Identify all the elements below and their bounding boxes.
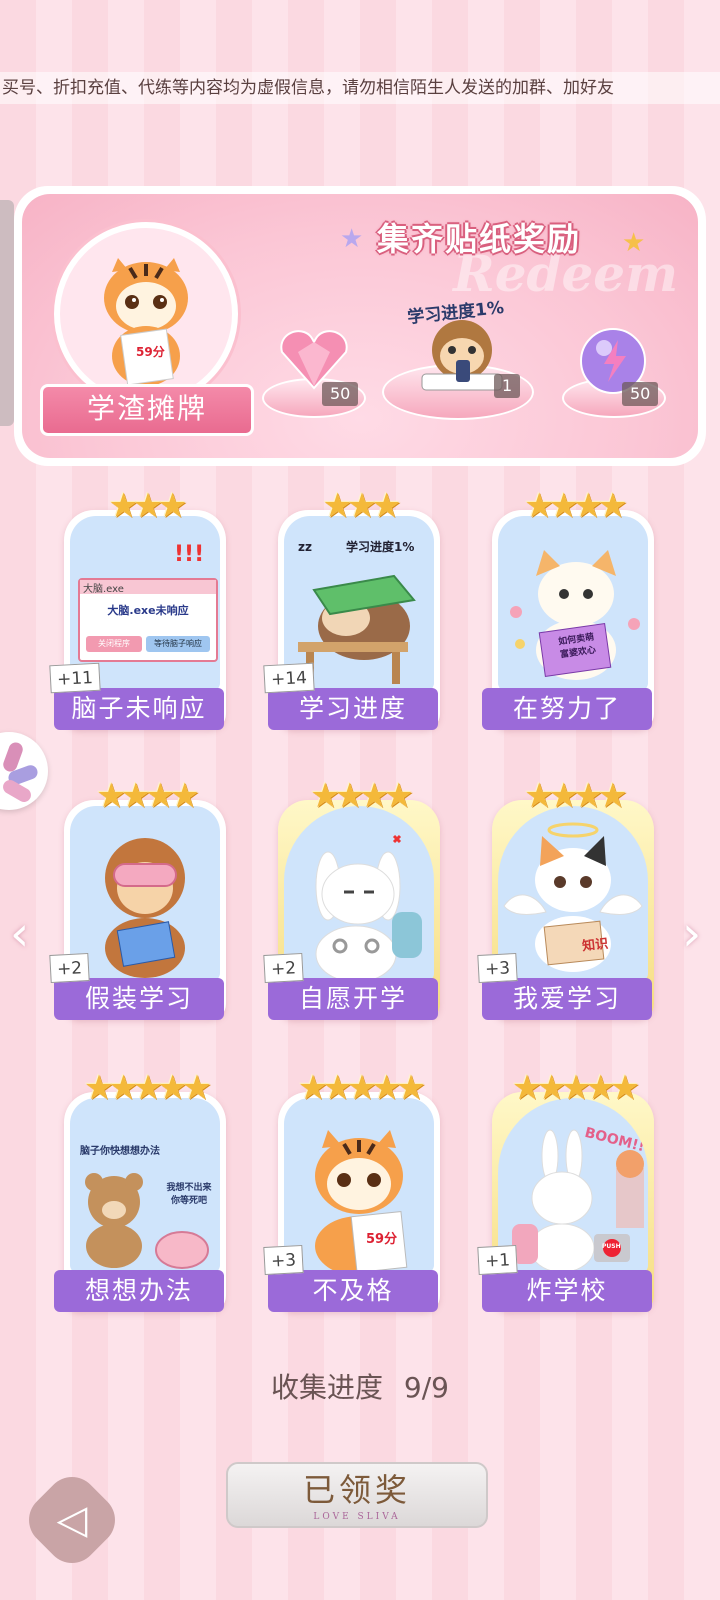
- sticker-name: 自愿开学: [268, 978, 438, 1020]
- reward-title: 集齐贴纸奖励: [377, 220, 582, 258]
- monkey-with-mask-art: [70, 806, 220, 981]
- sticker-card[interactable]: ★★★★★ 脑子你快想想办法 我想不出来 你等死吧 想想办法: [54, 1068, 232, 1312]
- tiger-failed-test-art: 59分: [284, 1098, 434, 1273]
- rarity-stars: ★★★★★: [511, 1068, 640, 1108]
- dialog-title: 大脑.exe: [80, 580, 216, 595]
- push-label: PUSH: [602, 1243, 621, 1250]
- rarity-stars: ★★★★★: [297, 1068, 426, 1108]
- bunny-boom-art: BOOM!! PUSH: [498, 1098, 648, 1273]
- rarity-stars: ★★★★: [310, 776, 414, 816]
- angel-cat-art: 知识: [498, 806, 648, 981]
- book-title: 知识: [581, 936, 609, 955]
- rarity-stars: ★★★★: [524, 486, 628, 526]
- rarity-stars: ★★★★: [524, 776, 628, 816]
- floating-menu-button[interactable]: [0, 732, 48, 810]
- exclaim-marks: !!!: [174, 542, 205, 567]
- sticker-name: 脑子未响应: [54, 688, 224, 730]
- sticker-name: 不及格: [268, 1270, 438, 1312]
- sticker-card[interactable]: ★★★ 学习进度1% zz +14 学习进度: [263, 486, 446, 730]
- sticker-count-badge: +14: [263, 662, 315, 694]
- collection-progress: 收集进度 9/9: [0, 1366, 720, 1406]
- sticker-card[interactable]: ★★★★ +2 假装学习: [49, 776, 232, 1020]
- sticker-count-badge: +2: [263, 952, 304, 984]
- study-progress-caption: 学习进度1%: [346, 540, 415, 554]
- rarity-stars: ★★★: [108, 486, 187, 526]
- sticker-count-badge: +2: [49, 952, 90, 984]
- sticker-card[interactable]: ★★★★★ 59分 +3 不及格: [263, 1068, 446, 1312]
- claimed-sub-label: LOVE SLIVA: [313, 1512, 401, 1522]
- claimed-label: 已领奖: [302, 1471, 411, 1509]
- side-drawer-handle[interactable]: [0, 200, 14, 426]
- collection-reward-panel: Redeem ★ ★ 集齐贴纸奖励 59分 学渣摊牌 50 学习进度1% 1 5…: [14, 186, 706, 466]
- progress-value: 9/9: [403, 1371, 449, 1404]
- reward-qty: 1: [494, 374, 521, 398]
- rarity-stars: ★★★: [322, 486, 401, 526]
- bear-and-brain-art: 脑子你快想想办法 我想不出来 你等死吧: [70, 1098, 220, 1273]
- sticker-card[interactable]: ★★★★ 知识 +3 我爱学习: [477, 776, 660, 1020]
- sticker-name: 我爱学习: [482, 978, 652, 1020]
- back-arrow-icon: ◁: [56, 1497, 88, 1543]
- sticker-name: 学习进度: [268, 688, 438, 730]
- tiger-avatar: 59分: [54, 222, 238, 406]
- scam-warning-marquee: 买号、折扣充值、代练等内容均为虚假信息，请勿相信陌生人发送的加群、加好友: [0, 72, 720, 104]
- test-score: 59分: [366, 1232, 398, 1247]
- claimed-button[interactable]: 已领奖 LOVE SLIVA: [226, 1462, 488, 1528]
- puppy-reading-art: 如何卖萌 富婆欢心: [498, 516, 648, 691]
- reward-qty: 50: [622, 382, 659, 406]
- sticker-card[interactable]: ★★★★ 如何卖萌 富婆欢心 在努力了: [482, 486, 660, 730]
- sticker-name: 在努力了: [482, 688, 652, 730]
- sticker-name: 假装学习: [54, 978, 224, 1020]
- sticker-count-badge: +1: [477, 1244, 518, 1276]
- bunny-handcuffed-art: [284, 806, 434, 981]
- sticker-count-badge: +3: [477, 952, 518, 984]
- svg-text:59分: 59分: [136, 344, 165, 359]
- reward-qty: 50: [322, 382, 359, 406]
- rarity-stars: ★★★★★: [83, 1068, 212, 1108]
- sticker-card[interactable]: ★★★★ +2 自愿开学: [263, 776, 446, 1020]
- speech-bubble: 脑子你快想想办法: [80, 1146, 160, 1157]
- sticker-card[interactable]: ★★★ !!! 大脑.exe 大脑.exe未响应 关闭程序 等待脑子响应 +11…: [49, 486, 232, 730]
- sticker-name: 炸学校: [482, 1270, 652, 1312]
- next-page-arrow[interactable]: ›: [682, 910, 701, 958]
- star-deco-icon: ★: [340, 224, 364, 254]
- dialog-close-btn: 关闭程序: [86, 636, 142, 652]
- sticker-name: 想想办法: [54, 1270, 224, 1312]
- prev-page-arrow[interactable]: ‹: [10, 910, 29, 958]
- star-deco-icon: ★: [622, 228, 646, 258]
- progress-label: 收集进度: [271, 1371, 384, 1404]
- dialog-wait-btn: 等待脑子响应: [146, 636, 210, 652]
- sticker-card[interactable]: ★★★★★ BOOM!! PUSH +1 炸学校: [477, 1068, 660, 1312]
- avatar-title-banner: 学渣摊牌: [40, 384, 254, 436]
- sticker-count-badge: +3: [263, 1244, 304, 1276]
- dialog-text: 大脑.exe未响应: [107, 604, 189, 617]
- rarity-stars: ★★★★: [96, 776, 200, 816]
- zz-icon: zz: [298, 540, 312, 554]
- sticker-count-badge: +11: [49, 662, 101, 694]
